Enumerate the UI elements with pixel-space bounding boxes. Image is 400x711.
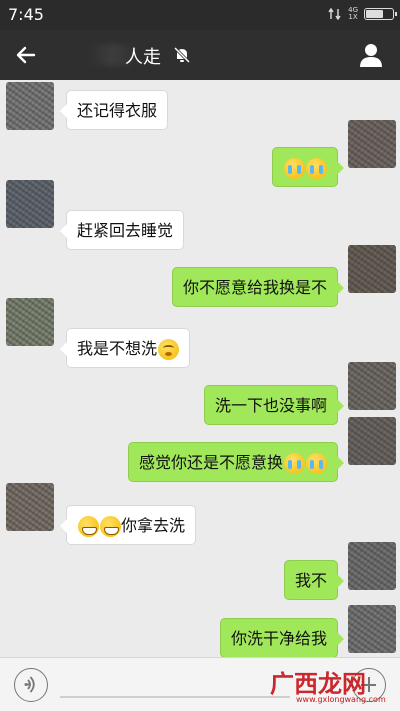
message-text: 你不愿意给我换是不: [182, 278, 327, 297]
watermark-logo: 广西龙网: [270, 670, 366, 698]
incoming-message[interactable]: 我是不想洗: [59, 328, 191, 368]
message-text: 我不: [294, 571, 327, 590]
cry-emoji-icon: [306, 158, 327, 179]
bell-muted-icon: [172, 45, 192, 65]
network-sub-label: 1X: [348, 13, 358, 21]
chat-header: 人走: [0, 30, 400, 80]
message-input[interactable]: [60, 696, 290, 698]
profile-button[interactable]: [358, 42, 384, 68]
arrow-left-icon: [16, 46, 36, 64]
message-text: 感觉你还是不愿意换: [138, 453, 283, 472]
contact-avatar[interactable]: [6, 82, 54, 130]
outgoing-message[interactable]: [272, 147, 344, 187]
status-bar: 7:45 4G 1X: [0, 0, 400, 30]
contact-avatar[interactable]: [6, 298, 54, 346]
data-arrows-icon: [328, 8, 341, 20]
status-icons: 4G 1X: [328, 7, 397, 21]
self-avatar[interactable]: [348, 542, 396, 590]
incoming-message[interactable]: 还记得衣服: [59, 90, 169, 130]
outgoing-message[interactable]: 你不愿意给我换是不: [171, 267, 345, 307]
contact-avatar[interactable]: [6, 180, 54, 228]
status-time: 7:45: [8, 5, 44, 24]
network-indicator: 4G 1X: [348, 7, 358, 21]
chat-messages[interactable]: 还记得衣服赶紧回去睡觉你不愿意给我换是不我是不想洗洗一下也没事啊感觉你还是不愿意…: [0, 80, 400, 657]
cry-emoji-icon: [284, 453, 305, 474]
person-icon: [360, 44, 382, 67]
incoming-message[interactable]: 赶紧回去睡觉: [59, 210, 185, 250]
outgoing-message[interactable]: 感觉你还是不愿意换: [127, 442, 345, 482]
chat-title: 人走: [125, 47, 161, 68]
outgoing-message[interactable]: 我不: [283, 560, 345, 600]
back-button[interactable]: [14, 43, 38, 67]
battery-icon: [364, 8, 397, 20]
outgoing-message[interactable]: 你洗干净给我: [219, 618, 345, 657]
battery-level: [366, 10, 384, 18]
incoming-message[interactable]: 你拿去洗: [59, 505, 197, 545]
grin-emoji-icon: [78, 516, 99, 537]
message-text: 你拿去洗: [121, 516, 186, 535]
message-text: 我是不想洗: [77, 339, 158, 358]
message-text: 洗一下也没事啊: [214, 396, 327, 415]
message-text: 还记得衣服: [77, 101, 158, 120]
self-avatar[interactable]: [348, 605, 396, 653]
cry-emoji-icon: [284, 158, 305, 179]
self-avatar[interactable]: [348, 362, 396, 410]
voice-icon: [24, 676, 35, 693]
contact-avatar[interactable]: [6, 483, 54, 531]
dizzy-emoji-icon: [158, 339, 180, 360]
self-avatar[interactable]: [348, 417, 396, 465]
cry-emoji-icon: [306, 453, 327, 474]
watermark-url: www.gxlongwang.com: [296, 695, 386, 704]
self-avatar[interactable]: [348, 120, 396, 168]
message-text: 赶紧回去睡觉: [77, 221, 174, 240]
voice-button[interactable]: [14, 668, 48, 702]
grin-emoji-icon: [100, 516, 121, 537]
outgoing-message[interactable]: 洗一下也没事啊: [203, 385, 345, 425]
message-text: 你洗干净给我: [230, 629, 327, 648]
self-avatar[interactable]: [348, 245, 396, 293]
